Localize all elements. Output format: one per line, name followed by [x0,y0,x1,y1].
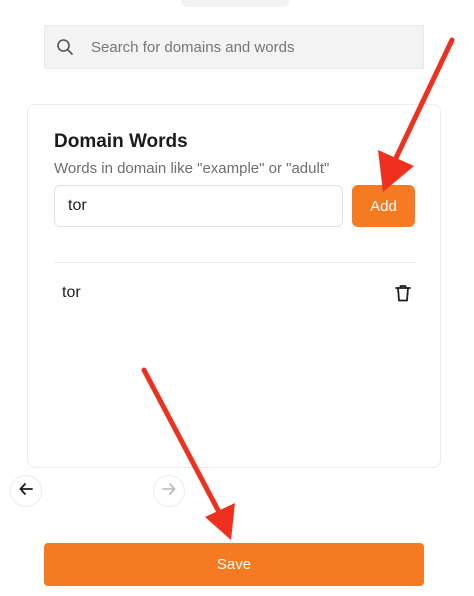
save-button[interactable]: Save [44,543,424,586]
domain-words-card: Domain Words Words in domain like "examp… [27,104,441,468]
arrow-left-icon [18,481,34,502]
domain-word-input[interactable] [54,185,343,227]
prev-button[interactable] [10,475,42,507]
search-bar[interactable] [44,25,424,69]
search-input[interactable] [89,37,393,57]
divider [54,262,415,263]
next-button[interactable] [153,475,185,507]
card-title: Domain Words [54,131,188,152]
search-icon [55,37,75,57]
card-subtitle: Words in domain like "example" or "adult… [54,160,330,177]
domain-word-label: tor [62,284,81,301]
top-handle [181,0,289,7]
add-button[interactable]: Add [352,185,415,227]
trash-icon[interactable] [391,281,415,305]
arrow-right-icon [161,481,177,502]
list-item: tor [54,273,415,313]
